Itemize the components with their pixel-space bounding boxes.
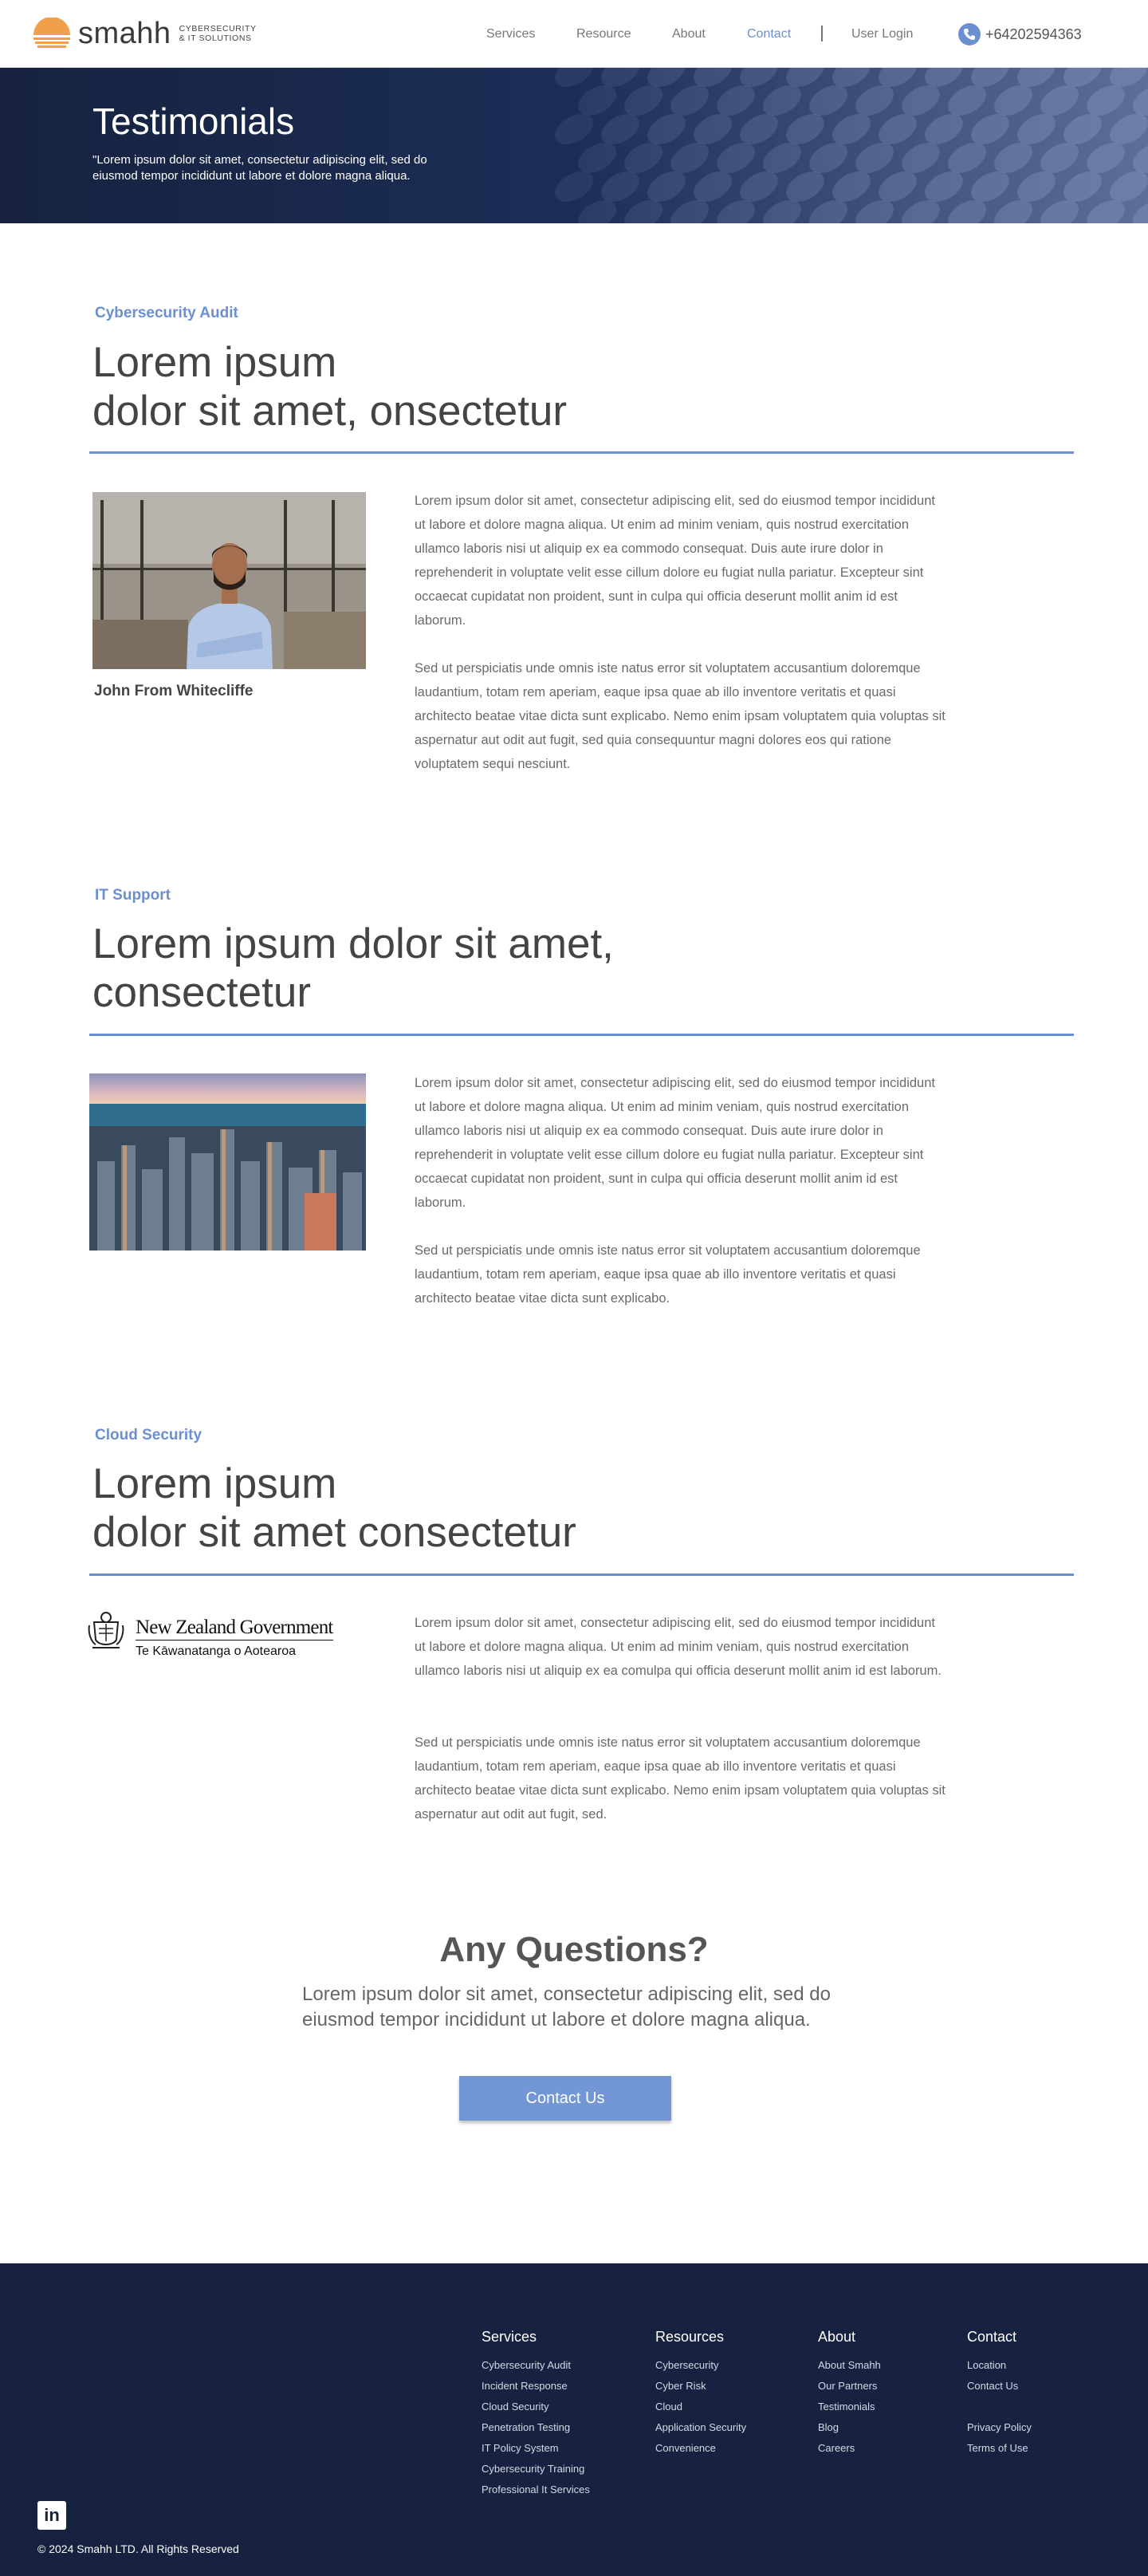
section-title-line2: dolor sit amet, onsectetur <box>92 388 568 435</box>
footer-column-title: About <box>818 2329 856 2345</box>
coat-of-arms-icon <box>88 1612 124 1648</box>
footer-link[interactable]: Incident Response <box>482 2376 590 2397</box>
footer-link[interactable]: Location <box>967 2355 1032 2376</box>
footer-link[interactable]: About Smahh <box>818 2355 881 2376</box>
nav-user-login[interactable]: User Login <box>851 26 913 43</box>
section-title-line2: dolor sit amet consectetur <box>92 1509 576 1556</box>
footer-column-contact: Contact Location Contact Us Privacy Poli… <box>967 2329 1032 2459</box>
footer-column-title: Services <box>482 2329 537 2345</box>
questions-subtitle: Lorem ipsum dolor sit amet, consectetur … <box>302 1983 831 2030</box>
footer-spacer <box>967 2397 1032 2417</box>
nav-resource[interactable]: Resource <box>576 26 631 43</box>
section-paragraph: Lorem ipsum dolor sit amet, consectetur … <box>415 1076 935 1210</box>
section-title-line1: Lorem ipsum dolor sit amet, <box>92 920 614 967</box>
footer-column-services: Services Cybersecurity Audit Incident Re… <box>482 2329 590 2500</box>
hero-banner: Testimonials "Lorem ipsum dolor sit amet… <box>0 68 1148 223</box>
site-header: smahh CYBERSECURITY & IT SOLUTIONS Servi… <box>0 0 1148 68</box>
section-title-line2: consectetur <box>92 969 311 1016</box>
section-paragraph: Sed ut perspiciatis unde omnis iste natu… <box>415 661 946 771</box>
phone-icon <box>958 23 981 45</box>
hero-pattern-image <box>0 68 1148 223</box>
nav-divider <box>821 26 823 41</box>
footer-column-title: Resources <box>655 2329 725 2345</box>
nz-logo-sub: Te Kāwanatanga o Aotearoa <box>136 1644 297 1658</box>
hero-subtitle: "Lorem ipsum dolor sit amet, consectetur… <box>92 153 427 183</box>
footer-link[interactable]: Cybersecurity <box>655 2355 746 2376</box>
testimonial-author: John From Whitecliffe <box>94 683 254 699</box>
section-paragraph: Sed ut perspiciatis unde omnis iste natu… <box>415 1735 946 1822</box>
city-skyline-image <box>89 1073 366 1251</box>
nav-services[interactable]: Services <box>486 26 535 43</box>
footer-link[interactable]: Careers <box>818 2438 881 2459</box>
section-paragraph: Sed ut perspiciatis unde omnis iste natu… <box>415 1243 921 1306</box>
section-title-audit: Lorem ipsum dolor sit amet, onsectetur <box>92 338 567 435</box>
contact-us-button[interactable]: Contact Us <box>459 2076 671 2121</box>
footer-link[interactable]: Cyber Risk <box>655 2376 746 2397</box>
footer-link[interactable]: Cloud <box>655 2397 746 2417</box>
section-kicker-cloud: Cloud Security <box>95 1427 202 1444</box>
footer-link[interactable]: Convenience <box>655 2438 746 2459</box>
section-divider <box>89 451 1074 454</box>
section-paragraph: Lorem ipsum dolor sit amet, consectetur … <box>415 1616 942 1678</box>
nav-contact[interactable]: Contact <box>747 26 791 43</box>
section-kicker-it-support: IT Support <box>95 887 171 904</box>
nav-about[interactable]: About <box>672 26 706 43</box>
site-footer: Services Cybersecurity Audit Incident Re… <box>0 2263 1148 2576</box>
footer-link[interactable]: IT Policy System <box>482 2438 590 2459</box>
phone-contact[interactable]: +64202594363 <box>958 23 1082 45</box>
section-title-line1: Lorem ipsum <box>92 1460 337 1507</box>
footer-link[interactable]: Cybersecurity Training <box>482 2459 590 2479</box>
nz-logo-main: New Zealand Government <box>136 1617 333 1641</box>
footer-link[interactable]: Blog <box>818 2417 881 2438</box>
footer-link[interactable]: Cybersecurity Audit <box>482 2355 590 2376</box>
section-title-it-support: Lorem ipsum dolor sit amet, consectetur <box>92 920 614 1017</box>
section-divider <box>89 1034 1074 1036</box>
footer-column-resources: Resources Cybersecurity Cyber Risk Cloud… <box>655 2329 746 2459</box>
copyright-text: © 2024 Smahh LTD. All Rights Reserved <box>37 2543 239 2555</box>
section-title-cloud: Lorem ipsum dolor sit amet consectetur <box>92 1459 576 1557</box>
footer-column-title: Contact <box>967 2329 1017 2345</box>
questions-heading: Any Questions? <box>439 1930 709 1969</box>
section-kicker-audit: Cybersecurity Audit <box>95 305 238 321</box>
section-paragraph: Lorem ipsum dolor sit amet, consectetur … <box>415 494 935 628</box>
phone-number: +64202594363 <box>985 26 1082 42</box>
section-divider <box>89 1574 1074 1576</box>
linkedin-icon[interactable]: in <box>37 2501 66 2530</box>
footer-link[interactable]: Privacy Policy <box>967 2417 1032 2438</box>
footer-link[interactable]: Our Partners <box>818 2376 881 2397</box>
nz-government-logo: New Zealand Government Te Kāwanatanga o … <box>88 1611 375 1665</box>
footer-link[interactable]: Cloud Security <box>482 2397 590 2417</box>
footer-column-about: About About Smahh Our Partners Testimoni… <box>818 2329 881 2459</box>
footer-link[interactable]: Testimonials <box>818 2397 881 2417</box>
footer-link[interactable]: Contact Us <box>967 2376 1032 2397</box>
footer-link[interactable]: Application Security <box>655 2417 746 2438</box>
footer-link[interactable]: Terms of Use <box>967 2438 1032 2459</box>
testimonial-photo-john <box>92 492 366 669</box>
footer-link[interactable]: Penetration Testing <box>482 2417 590 2438</box>
footer-link[interactable]: Professional It Services <box>482 2479 590 2500</box>
page-title: Testimonials <box>92 100 295 142</box>
section-title-line1: Lorem ipsum <box>92 339 337 386</box>
